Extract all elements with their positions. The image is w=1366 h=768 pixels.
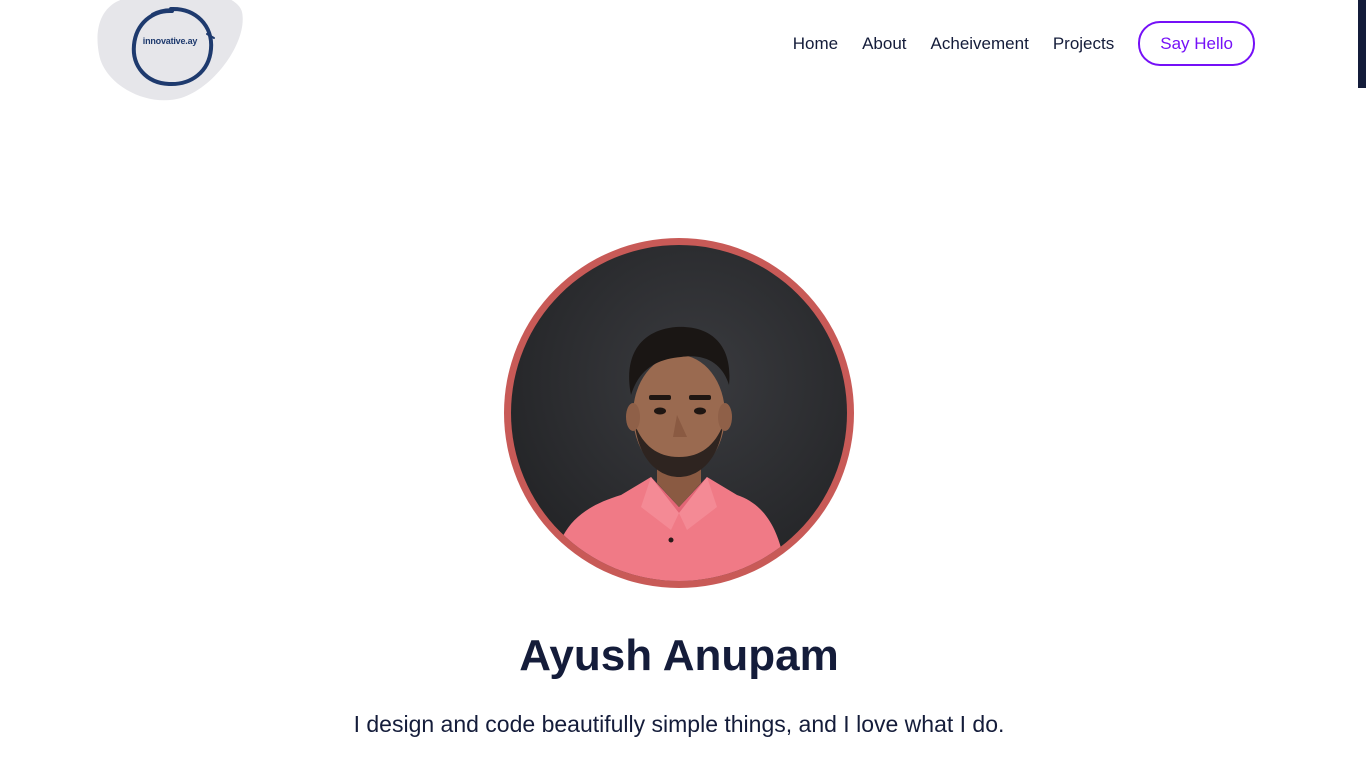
profile-photo <box>511 245 847 581</box>
nav-about-link[interactable]: About <box>862 22 906 66</box>
person-portrait-icon <box>551 326 787 581</box>
nav-home-link[interactable]: Home <box>793 22 838 66</box>
scrollbar-thumb[interactable] <box>1358 0 1366 88</box>
logo-blob-icon <box>97 0 243 101</box>
hero-tagline: I design and code beautifully simple thi… <box>353 711 1005 737</box>
site-logo[interactable]: innovative.ay <box>96 0 246 102</box>
nav-projects-link[interactable]: Projects <box>1053 22 1114 66</box>
page: innovative.ay Home About Acheivement Pro… <box>0 0 1366 768</box>
hero-name: Ayush Anupam <box>519 631 839 680</box>
nav-achievement-link[interactable]: Acheivement <box>931 22 1029 66</box>
say-hello-button[interactable]: Say Hello <box>1138 21 1255 66</box>
logo-text: innovative.ay <box>142 36 198 46</box>
profile-avatar <box>504 238 854 588</box>
main-nav: Home About Acheivement Projects Say Hell… <box>793 21 1255 66</box>
